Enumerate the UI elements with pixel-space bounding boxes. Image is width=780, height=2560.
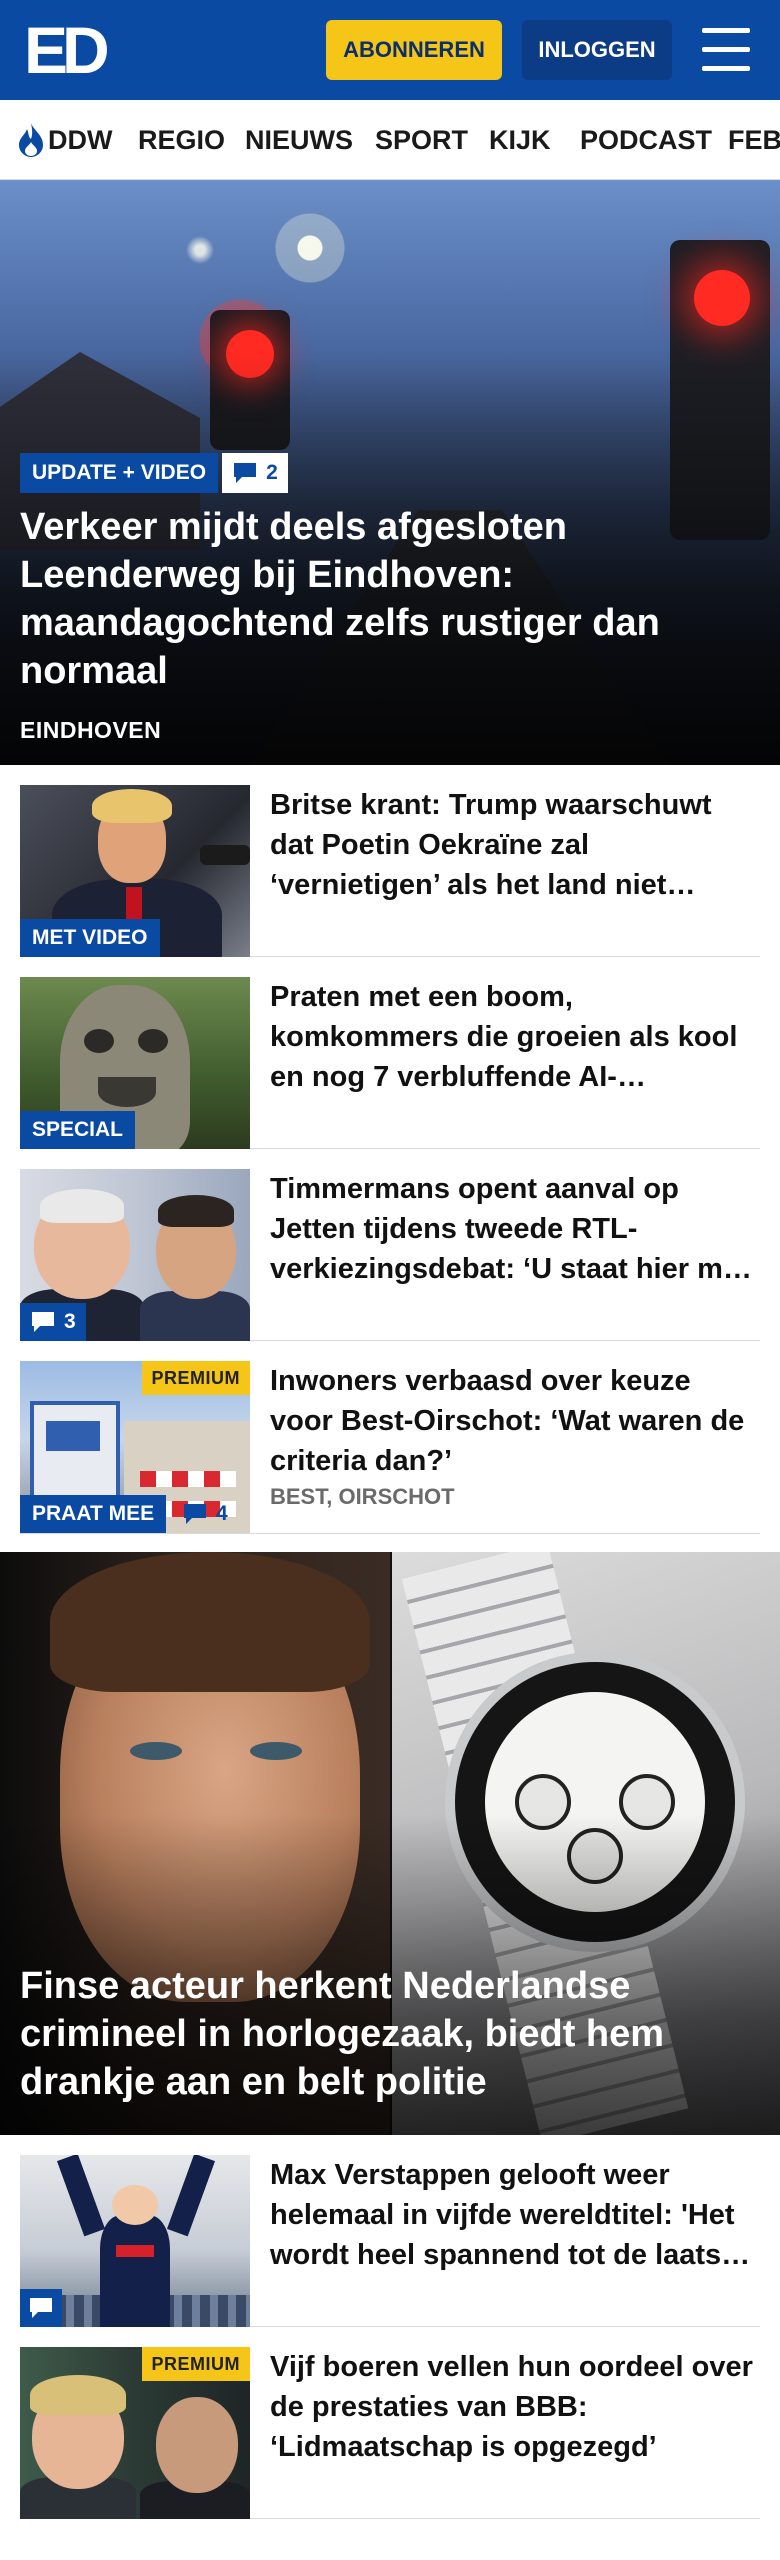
article-location: BEST, OIRSCHOT bbox=[270, 1484, 455, 1509]
comment-count-badge[interactable]: 2 bbox=[222, 453, 288, 493]
logo-text: ED bbox=[24, 13, 110, 87]
update-video-badge: UPDATE + VIDEO bbox=[20, 453, 219, 493]
feature-headline[interactable]: Finse acteur herkent Nederlandse crimine… bbox=[20, 1962, 760, 2106]
article-headline[interactable]: Timmermans opent aanval op Jetten tijden… bbox=[270, 1169, 758, 1289]
comment-count: 4 bbox=[216, 1502, 228, 1525]
article-headline[interactable]: Inwoners verbaasd over keuze voor Best-O… bbox=[270, 1361, 758, 1481]
article-row[interactable]: Max Verstappen gelooft weer helemaal in … bbox=[20, 2135, 760, 2327]
praat-mee-badge: PRAAT MEE bbox=[20, 1495, 167, 1533]
nav-item-ddw[interactable]: DDW bbox=[48, 122, 112, 158]
article-thumbnail[interactable]: SPECIAL bbox=[20, 977, 250, 1149]
section-nav: DDW REGIO NIEUWS SPORT KIJK PODCAST FEB bbox=[0, 100, 780, 180]
hero-headline[interactable]: Verkeer mijdt deels afgesloten Leenderwe… bbox=[20, 503, 750, 695]
premium-badge: PREMIUM bbox=[141, 1361, 250, 1395]
article-thumbnail[interactable]: PREMIUM PRAAT MEE 4 bbox=[20, 1361, 250, 1533]
comment-icon bbox=[184, 1504, 206, 1524]
article-thumbnail[interactable]: PREMIUM bbox=[20, 2347, 250, 2519]
comment-icon bbox=[30, 2298, 52, 2318]
comment-count: 3 bbox=[64, 1310, 76, 1333]
video-badge: MET VIDEO bbox=[20, 919, 160, 957]
comment-icon bbox=[234, 463, 257, 483]
comment-count-badge[interactable]: 4 bbox=[172, 1495, 238, 1533]
login-button[interactable]: INLOGGEN bbox=[522, 20, 672, 80]
subscribe-button[interactable]: ABONNEREN bbox=[326, 20, 502, 80]
nav-item-regio[interactable]: REGIO bbox=[138, 122, 225, 158]
article-headline[interactable]: Max Verstappen gelooft weer helemaal in … bbox=[270, 2155, 758, 2275]
nav-item-feb[interactable]: FEB bbox=[728, 122, 780, 158]
article-thumbnail[interactable] bbox=[20, 2155, 250, 2327]
article-thumbnail[interactable]: 3 bbox=[20, 1169, 250, 1341]
flame-icon bbox=[19, 123, 43, 157]
hamburger-menu-icon[interactable] bbox=[698, 26, 754, 74]
article-thumbnail[interactable]: MET VIDEO bbox=[20, 785, 250, 957]
nav-item-sport[interactable]: SPORT bbox=[375, 122, 468, 158]
premium-badge: PREMIUM bbox=[141, 2347, 250, 2381]
hero-badges: UPDATE + VIDEO 2 bbox=[20, 453, 288, 493]
article-row[interactable]: PREMIUM PRAAT MEE 4 Inwoners verbaasd ov… bbox=[20, 1341, 760, 1534]
article-headline[interactable]: Britse krant: Trump waarschuwt dat Poeti… bbox=[270, 785, 758, 905]
hero-article[interactable]: UPDATE + VIDEO 2 Verkeer mijdt deels afg… bbox=[0, 180, 780, 765]
article-headline[interactable]: Praten met een boom, komkommers die groe… bbox=[270, 977, 758, 1097]
nav-item-podcast[interactable]: PODCAST bbox=[580, 122, 712, 158]
feature-article[interactable]: Finse acteur herkent Nederlandse crimine… bbox=[0, 1552, 780, 2135]
special-badge: SPECIAL bbox=[20, 1111, 136, 1149]
comment-count: 2 bbox=[266, 461, 278, 484]
article-row[interactable]: 3 Timmermans opent aanval op Jetten tijd… bbox=[20, 1149, 760, 1341]
article-row[interactable]: MET VIDEO Britse krant: Trump waarschuwt… bbox=[20, 765, 760, 957]
site-header: ED ABONNEREN INLOGGEN bbox=[0, 0, 780, 100]
comment-count-badge[interactable]: 3 bbox=[20, 1303, 86, 1341]
article-headline[interactable]: Vijf boeren vellen hun oordeel over de p… bbox=[270, 2347, 758, 2467]
article-row[interactable]: PREMIUM Vijf boeren vellen hun oordeel o… bbox=[20, 2327, 760, 2519]
nav-item-nieuws[interactable]: NIEUWS bbox=[245, 122, 353, 158]
comment-icon bbox=[32, 1312, 54, 1332]
site-logo[interactable]: ED bbox=[24, 13, 116, 87]
nav-item-kijk[interactable]: KIJK bbox=[489, 122, 551, 158]
hero-location: EINDHOVEN bbox=[20, 717, 162, 743]
comment-count-badge[interactable] bbox=[20, 2289, 62, 2327]
article-row[interactable]: SPECIAL Praten met een boom, komkommers … bbox=[20, 957, 760, 1149]
